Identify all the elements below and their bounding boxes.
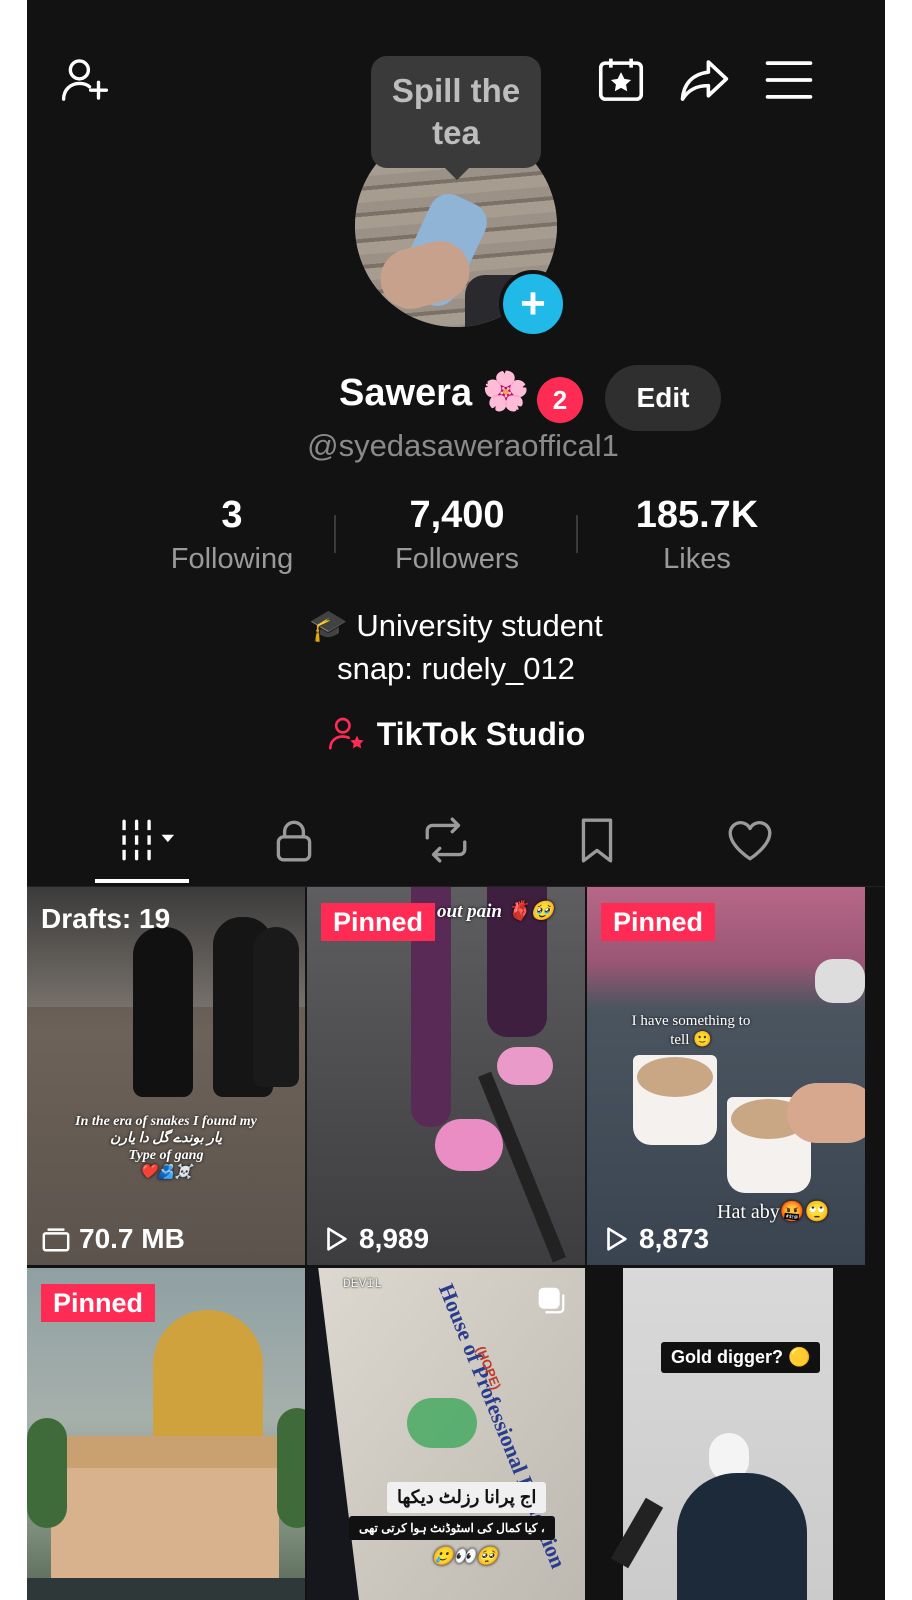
view-count-value: 8,873 [639, 1223, 710, 1254]
bio: 🎓 University student snap: rudely_012 [27, 604, 885, 690]
followers-count: 7,400 [409, 494, 505, 536]
drafts-label: Drafts: 19 [41, 903, 171, 934]
view-count: 8,873 [601, 1223, 709, 1255]
active-tab-indicator [95, 879, 189, 883]
note-bubble[interactable]: Spill the tea [371, 56, 541, 180]
stat-divider [576, 515, 578, 553]
tab-liked[interactable] [705, 812, 795, 868]
add-friend-icon[interactable] [57, 52, 113, 108]
bio-line: 🎓 University student [309, 608, 603, 643]
video-tile[interactable]: I have something to tell 🙂 Hat aby🤬🙄 Pin… [587, 887, 865, 1265]
following-count: 3 [221, 494, 243, 536]
video-caption: I have something to tell 🙂 [631, 1013, 751, 1048]
play-icon [327, 1227, 347, 1251]
multi-photo-icon [538, 1287, 565, 1314]
caption-line: یار بوندے گل دا یارن [109, 1131, 223, 1146]
pinned-badge: Pinned [601, 903, 716, 941]
username-handle: @syedasaweraoffical1 [307, 428, 619, 463]
likes-stat[interactable]: 185.7K Likes [587, 494, 807, 576]
draft-size: 70.7 MB [41, 1223, 185, 1255]
video-caption: کیا کمال کی اسٹوڈنٹ ہوا کرتی تھی ، [349, 1516, 555, 1540]
repost-icon [425, 817, 467, 863]
video-caption: Hat aby🤬🙄 [717, 1201, 830, 1223]
video-caption: Gold digger? 🟡 [661, 1342, 821, 1373]
video-tile[interactable]: House of Professional Education (HOPE) D… [307, 1268, 585, 1600]
share-icon[interactable] [677, 52, 733, 108]
add-story-icon[interactable]: + [499, 270, 567, 338]
watermark-label: DEVIL [343, 1276, 383, 1291]
pinned-badge: Pinned [321, 903, 436, 941]
tab-private[interactable] [249, 812, 339, 868]
play-icon [607, 1227, 627, 1251]
likes-count: 185.7K [635, 494, 759, 536]
studio-icon [328, 717, 364, 750]
video-caption: اج پرانا رزلٹ دیکھا [387, 1482, 547, 1513]
video-caption: 🥲👀🥺 [431, 1546, 499, 1566]
draft-tile[interactable]: Drafts: 19 In the era of snakes I found … [27, 887, 305, 1265]
studio-label: TikTok Studio [376, 715, 586, 752]
display-name: Sawera [339, 372, 473, 414]
video-caption: In the era of snakes I found my یار بوند… [47, 1113, 285, 1181]
tab-videos[interactable] [99, 812, 195, 868]
caption-line: ❤️🫂☠️ [139, 1165, 193, 1180]
video-tile[interactable]: out pain 🫀🥹 Pinned 8,989 [307, 887, 585, 1265]
bookmark-icon [581, 818, 613, 863]
likes-label: Likes [663, 543, 731, 575]
edit-profile-button[interactable]: Edit [605, 365, 721, 431]
followers-label: Followers [394, 543, 520, 575]
heart-icon [728, 821, 772, 861]
following-label: Following [170, 543, 294, 575]
followers-stat[interactable]: 7,400 Followers [347, 494, 567, 576]
notification-badge[interactable]: 2 [537, 377, 583, 423]
tab-favorites[interactable] [552, 812, 642, 868]
view-count-value: 8,989 [359, 1223, 430, 1254]
name-row: Sawera 🌸 2 Edit [27, 362, 885, 436]
bio-line: snap: rudely_012 [337, 651, 575, 686]
profile-screen: Spill the tea + Sawera 🌸 2 Edit @syedasa… [27, 0, 885, 1600]
caption-line: Type of gang [128, 1148, 204, 1163]
caption-line: In the era of snakes I found my [75, 1114, 257, 1129]
tiktok-studio-link[interactable]: TikTok Studio [27, 714, 885, 754]
grid-dropdown-icon [116, 819, 175, 861]
lock-icon [276, 820, 312, 862]
video-caption: out pain 🫀🥹 [437, 901, 555, 922]
pinned-badge: Pinned [41, 1284, 156, 1322]
tab-reposts[interactable] [401, 812, 491, 868]
video-tile[interactable]: Pinned [27, 1268, 305, 1600]
draft-size-value: 70.7 MB [79, 1223, 185, 1254]
view-count: 8,989 [321, 1223, 429, 1255]
name-emoji: 🌸 [482, 371, 530, 413]
stat-divider [334, 515, 336, 553]
calendar-star-icon[interactable] [593, 52, 649, 108]
content-tabs [27, 800, 885, 887]
menu-icon[interactable] [761, 52, 817, 108]
following-stat[interactable]: 3 Following [122, 494, 342, 576]
video-tile[interactable]: Gold digger? 🟡 [587, 1268, 865, 1600]
drafts-icon [42, 1228, 70, 1252]
